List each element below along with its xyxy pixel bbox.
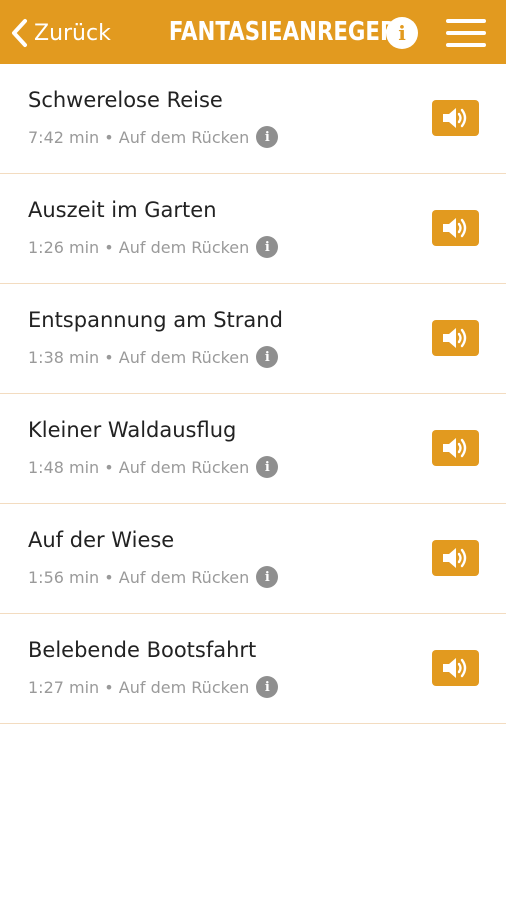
item-separator: • [99,567,119,587]
info-icon: i [398,21,406,45]
back-button[interactable]: Zurück [10,15,111,51]
item-info-button[interactable]: i [256,566,279,588]
info-button[interactable]: i [386,17,418,49]
item-separator: • [99,677,119,697]
info-icon: i [264,679,270,695]
item-duration: 7:42 min [28,127,100,147]
item-info-button[interactable]: i [256,346,279,368]
play-audio-button[interactable] [432,320,479,356]
play-audio-button[interactable] [432,650,479,686]
speaker-icon [442,438,466,458]
item-duration: 1:27 min [28,677,100,697]
info-icon: i [264,569,270,585]
chevron-left-icon [12,19,27,47]
item-position: Auf dem Rücken [118,347,250,367]
hamburger-menu-button[interactable] [446,19,486,47]
speaker-icon [442,328,466,348]
item-duration: 1:38 min [28,347,100,367]
item-title: Auszeit im Garten [28,198,217,222]
speaker-icon [442,548,466,568]
item-separator: • [99,127,119,147]
item-position: Auf dem Rücken [118,677,250,697]
play-audio-button[interactable] [432,430,479,466]
menu-bar [446,43,486,47]
item-title: Auf der Wiese [28,528,175,552]
speaker-icon [442,658,466,678]
item-meta: 1:56 min • Auf dem Rücken i [28,566,279,588]
item-title: Entspannung am Strand [28,308,283,332]
play-audio-button[interactable] [432,100,479,136]
item-duration: 1:56 min [28,567,100,587]
item-meta: 1:27 min • Auf dem Rücken i [28,676,279,698]
item-info-button[interactable]: i [256,676,279,698]
item-info-button[interactable]: i [256,456,279,478]
item-title: Kleiner Waldausflug [28,418,237,442]
list-item[interactable]: Schwerelose Reise 7:42 min • Auf dem Rüc… [0,64,506,174]
info-icon: i [264,129,270,145]
item-meta: 1:26 min • Auf dem Rücken i [28,236,279,258]
page-title: FANTASIEANREGER [168,17,397,47]
item-position: Auf dem Rücken [118,567,250,587]
exercise-list: Schwerelose Reise 7:42 min • Auf dem Rüc… [0,64,506,724]
info-icon: i [264,349,270,365]
back-label: Zurück [34,20,111,46]
info-icon: i [264,459,270,475]
speaker-icon [442,218,466,238]
list-item[interactable]: Entspannung am Strand 1:38 min • Auf dem… [0,284,506,394]
item-meta: 1:48 min • Auf dem Rücken i [28,456,279,478]
item-duration: 1:26 min [28,237,100,257]
item-separator: • [99,237,119,257]
item-separator: • [99,457,119,477]
item-position: Auf dem Rücken [118,457,250,477]
list-item[interactable]: Kleiner Waldausflug 1:48 min • Auf dem R… [0,394,506,504]
item-title: Schwerelose Reise [28,88,223,112]
item-info-button[interactable]: i [256,126,279,148]
item-meta: 1:38 min • Auf dem Rücken i [28,346,279,368]
item-position: Auf dem Rücken [118,127,250,147]
item-duration: 1:48 min [28,457,100,477]
item-info-button[interactable]: i [256,236,279,258]
item-meta: 7:42 min • Auf dem Rücken i [28,126,279,148]
info-icon: i [264,239,270,255]
menu-bar [446,31,486,35]
item-title: Belebende Bootsfahrt [28,638,257,662]
menu-bar [446,19,486,23]
list-item[interactable]: Auf der Wiese 1:56 min • Auf dem Rücken … [0,504,506,614]
item-separator: • [99,347,119,367]
app-header: Zurück FANTASIEANREGER i [0,0,506,64]
list-item[interactable]: Auszeit im Garten 1:26 min • Auf dem Rüc… [0,174,506,284]
item-position: Auf dem Rücken [118,237,250,257]
speaker-icon [442,108,466,128]
list-item[interactable]: Belebende Bootsfahrt 1:27 min • Auf dem … [0,614,506,724]
play-audio-button[interactable] [432,210,479,246]
play-audio-button[interactable] [432,540,479,576]
